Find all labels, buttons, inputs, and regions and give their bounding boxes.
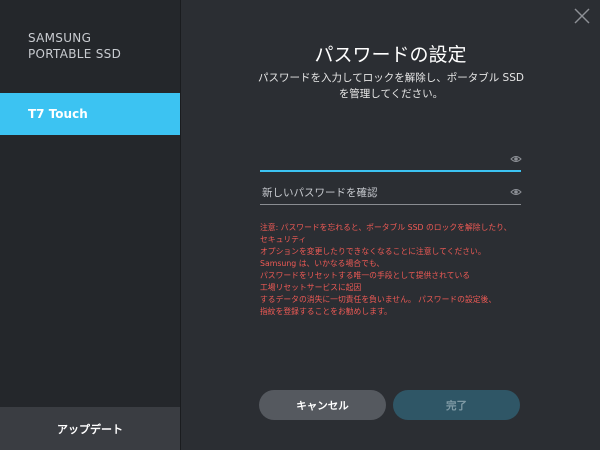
brand-line-1: SAMSUNG <box>28 31 92 45</box>
page-subtitle: パスワードを入力してロックを解除し、ポータブル SSD を管理してください。 <box>241 70 541 102</box>
new-password-field <box>260 148 522 172</box>
warning-line: 工場リセットサービスに起因 <box>260 283 362 292</box>
cancel-label: キャンセル <box>296 399 349 412</box>
subtitle-line-2: を管理してください。 <box>338 88 444 100</box>
brand-line-2: PORTABLE SSD <box>28 47 122 61</box>
sidebar: SAMSUNG PORTABLE SSD T7 Touch アップデート <box>0 0 181 450</box>
update-button[interactable]: アップデート <box>0 407 180 450</box>
confirm-password-input[interactable] <box>260 182 502 204</box>
confirm-password-field <box>260 181 522 205</box>
subtitle-line-1: パスワードを入力してロックを解除し、ポータブル SSD <box>258 72 524 84</box>
confirm-password-underline <box>260 204 521 205</box>
eye-icon[interactable] <box>510 153 522 165</box>
done-label: 完了 <box>446 399 467 412</box>
warning-line: オプションを変更したりできなくなることに注意してください。 <box>260 247 486 256</box>
update-label: アップデート <box>57 422 123 436</box>
main-panel: パスワードの設定 パスワードを入力してロックを解除し、ポータブル SSD を管理… <box>181 0 600 450</box>
new-password-input[interactable] <box>260 149 502 171</box>
brand-logo: SAMSUNG PORTABLE SSD <box>28 30 121 62</box>
new-password-underline <box>260 170 521 172</box>
warning-text: 注意: パスワードを忘れると、ポータブル SSD のロックを解除したり、 セキュ… <box>260 222 540 318</box>
warning-line: セキュリティ <box>260 235 307 244</box>
warning-line: パスワードをリセットする唯一の手段として提供されている <box>260 271 471 280</box>
cancel-button[interactable]: キャンセル <box>259 390 386 420</box>
sidebar-item-t7-touch[interactable]: T7 Touch <box>0 93 180 135</box>
eye-icon[interactable] <box>510 186 522 198</box>
done-button[interactable]: 完了 <box>393 390 520 420</box>
warning-line: するデータの消失に一切責任を負いません。 パスワードの設定後、 <box>260 295 497 304</box>
device-label: T7 Touch <box>28 107 88 121</box>
page-title: パスワードの設定 <box>314 44 467 66</box>
warning-line: 注意: パスワードを忘れると、ポータブル SSD のロックを解除したり、 <box>260 223 512 232</box>
warning-line: Samsung は、いかなる場合でも、 <box>260 259 385 268</box>
warning-line: 指紋を登録することをお勧めします。 <box>260 307 392 316</box>
